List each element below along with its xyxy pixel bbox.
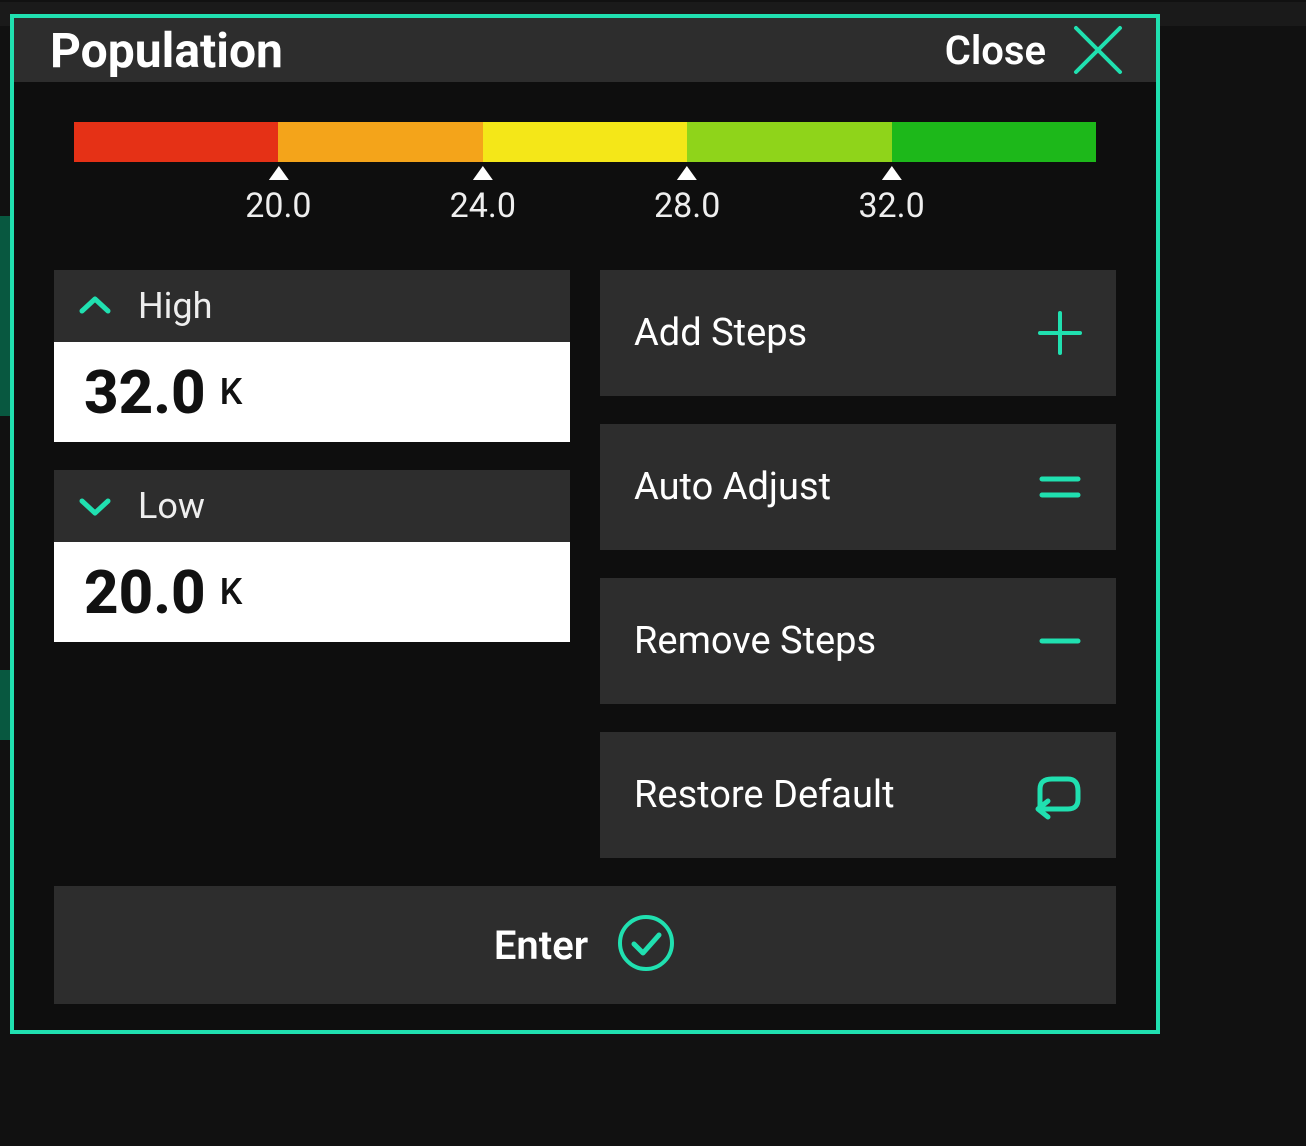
chevron-down-icon [78,489,112,523]
legend-segment [278,122,482,162]
auto-adjust-button[interactable]: Auto Adjust [600,424,1116,550]
restore-default-button[interactable]: Restore Default [600,732,1116,858]
population-dialog: Population Close 20.024.028.032.0 High [10,14,1160,1034]
high-label: High [138,285,212,327]
legend-tick-label: 24.0 [450,186,516,226]
enter-label: Enter [494,922,588,969]
color-bar [74,122,1096,162]
triangle-up-icon [268,166,288,180]
plus-icon [1034,307,1086,359]
legend-tick: 32.0 [858,166,924,226]
low-value-input[interactable]: 20.0 K [54,542,570,642]
dialog-title: Population [50,22,283,79]
legend-tick-label: 32.0 [858,186,924,226]
enter-button[interactable]: Enter [54,886,1116,1004]
close-icon [1070,22,1126,78]
color-legend: 20.024.028.032.0 [74,122,1096,222]
legend-tick-label: 20.0 [245,186,311,226]
low-value: 20.0 [84,557,206,628]
return-icon [1026,765,1086,825]
legend-segment [892,122,1096,162]
check-circle-icon [616,913,676,977]
add-steps-label: Add Steps [634,311,807,355]
legend-segment [687,122,891,162]
add-steps-button[interactable]: Add Steps [600,270,1116,396]
high-header[interactable]: High [54,270,570,342]
low-field: Low 20.0 K [54,470,570,642]
low-header[interactable]: Low [54,470,570,542]
legend-tick: 20.0 [245,166,311,226]
triangle-up-icon [473,166,493,180]
color-ticks: 20.024.028.032.0 [74,166,1096,222]
dialog-header: Population Close [14,18,1156,82]
legend-segment [483,122,687,162]
minus-icon [1034,615,1086,667]
high-field: High 32.0 K [54,270,570,442]
high-unit: K [220,371,243,413]
low-unit: K [220,571,243,613]
close-label: Close [945,27,1046,74]
legend-tick: 24.0 [450,166,516,226]
legend-tick: 28.0 [654,166,720,226]
high-value: 32.0 [84,357,206,428]
legend-tick-label: 28.0 [654,186,720,226]
remove-steps-button[interactable]: Remove Steps [600,578,1116,704]
low-label: Low [138,485,205,527]
legend-segment [74,122,278,162]
restore-default-label: Restore Default [634,773,895,817]
remove-steps-label: Remove Steps [634,619,876,663]
chevron-up-icon [78,289,112,323]
triangle-up-icon [882,166,902,180]
equals-icon [1034,461,1086,513]
auto-adjust-label: Auto Adjust [634,465,831,509]
triangle-up-icon [677,166,697,180]
close-button[interactable]: Close [945,22,1126,78]
high-value-input[interactable]: 32.0 K [54,342,570,442]
